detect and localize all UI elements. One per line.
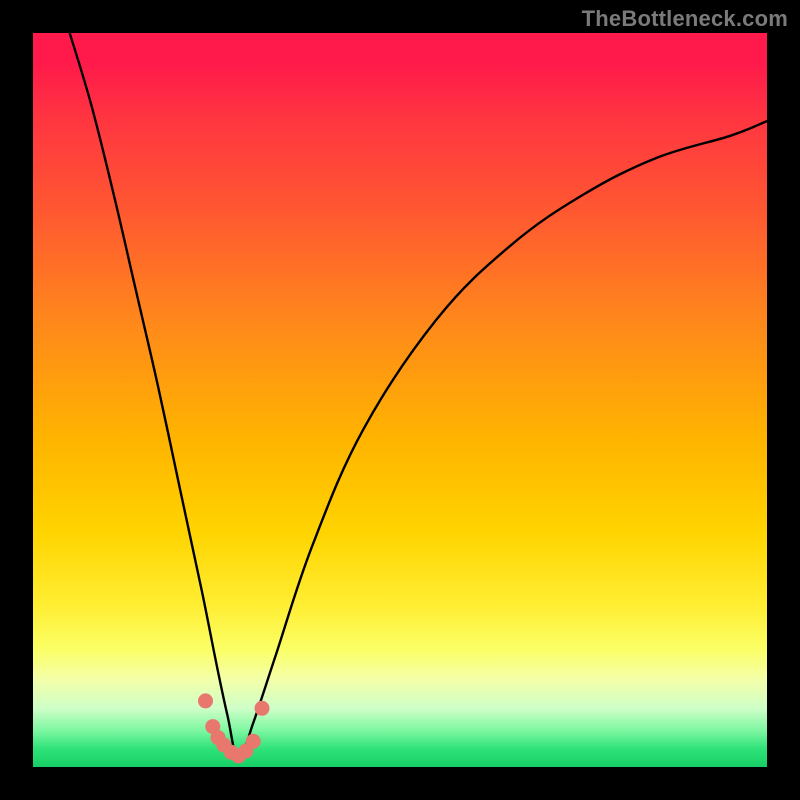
trough-markers xyxy=(33,33,767,767)
trough-marker-dot xyxy=(198,693,213,708)
trough-marker-dot xyxy=(246,734,261,749)
watermark-text: TheBottleneck.com xyxy=(582,6,788,32)
trough-marker-dot xyxy=(255,701,270,716)
stage: TheBottleneck.com xyxy=(0,0,800,800)
plot-area xyxy=(33,33,767,767)
